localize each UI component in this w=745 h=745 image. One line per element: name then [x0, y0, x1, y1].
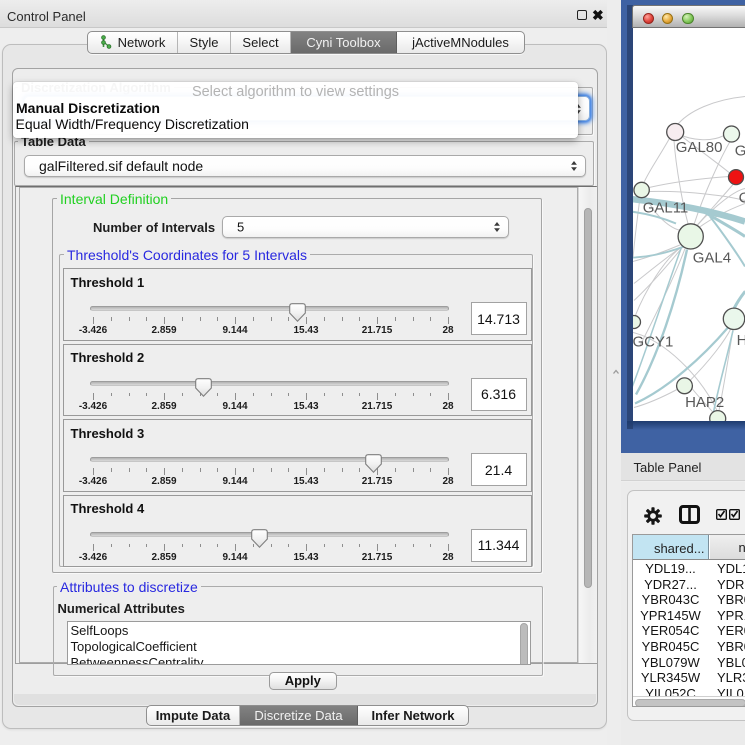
svg-text:GCY1: GCY1: [633, 333, 673, 350]
svg-text:HAP2: HAP2: [685, 393, 724, 410]
svg-text:GAL4: GAL4: [693, 249, 731, 266]
svg-text:GAL11: GAL11: [643, 199, 689, 216]
svg-text:GAL80: GAL80: [676, 139, 723, 156]
svg-text:GA: GA: [735, 142, 745, 159]
svg-text:H: H: [737, 332, 745, 349]
svg-text:C: C: [739, 189, 745, 206]
